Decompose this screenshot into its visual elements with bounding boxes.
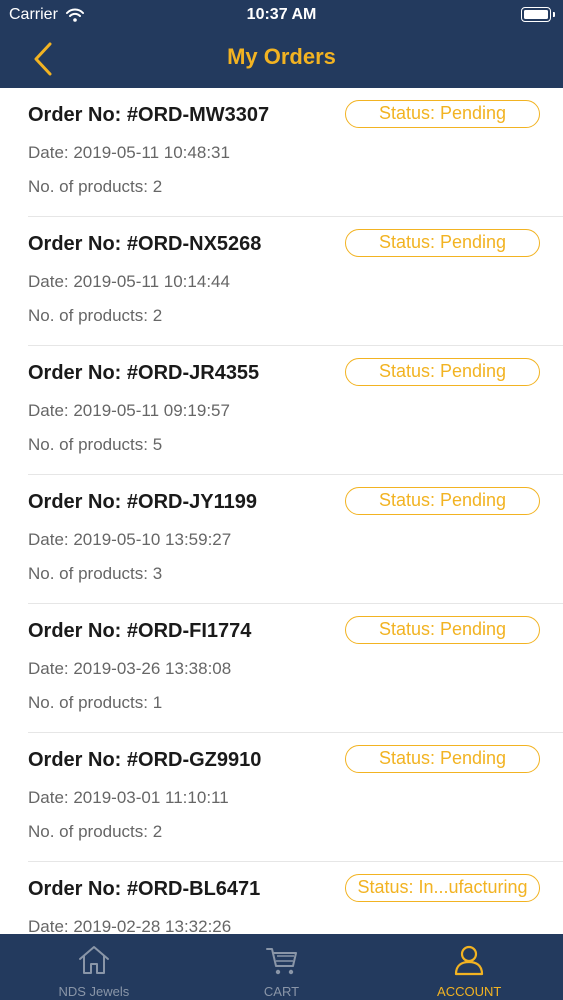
- tab-account[interactable]: ACCOUNT: [375, 934, 563, 1000]
- order-number: Order No: #ORD-FI1774: [28, 620, 252, 642]
- navigation-bar: My Orders: [0, 30, 563, 88]
- order-row[interactable]: Order No: #ORD-MW3307 Date: 2019-05-11 1…: [28, 88, 563, 217]
- status-badge: Status: Pending: [345, 229, 540, 257]
- order-row[interactable]: Order No: #ORD-JY1199 Date: 2019-05-10 1…: [28, 475, 563, 604]
- page-title: My Orders: [227, 44, 336, 69]
- order-number: Order No: #ORD-MW3307: [28, 104, 270, 126]
- account-icon: [455, 945, 484, 976]
- order-date: Date: 2019-05-11 10:14:44: [28, 272, 230, 291]
- status-badge: Status: Pending: [345, 100, 540, 128]
- tab-label: ACCOUNT: [437, 984, 502, 999]
- order-date: Date: 2019-03-26 13:38:08: [28, 659, 232, 678]
- status-bar: Carrier 10:37 AM: [0, 0, 563, 30]
- tab-label: NDS Jewels: [58, 984, 130, 999]
- order-product-count: No. of products: 2: [28, 306, 163, 325]
- order-row[interactable]: Order No: #ORD-BL6471 Date: 2019-02-28 1…: [28, 862, 563, 934]
- order-row[interactable]: Order No: #ORD-NX5268 Date: 2019-05-11 1…: [28, 217, 563, 346]
- order-number: Order No: #ORD-NX5268: [28, 233, 262, 255]
- order-product-count: No. of products: 2: [28, 177, 163, 196]
- clock: 10:37 AM: [246, 6, 317, 23]
- tab-bar: NDS Jewels CART ACCOUNT: [0, 934, 563, 1000]
- battery-icon: [521, 7, 555, 22]
- order-date: Date: 2019-03-01 11:10:11: [28, 788, 229, 807]
- order-row[interactable]: Order No: #ORD-FI1774 Date: 2019-03-26 1…: [28, 604, 563, 733]
- cart-icon: [265, 948, 297, 975]
- status-badge: Status: Pending: [345, 487, 540, 515]
- orders-list[interactable]: Order No: #ORD-MW3307 Date: 2019-05-11 1…: [0, 88, 563, 934]
- tab-label: CART: [263, 984, 300, 999]
- order-date: Date: 2019-02-28 13:32:26: [28, 917, 232, 934]
- status-badge: Status: In...ufacturing: [345, 874, 540, 902]
- order-row[interactable]: Order No: #ORD-GZ9910 Date: 2019-03-01 1…: [28, 733, 563, 862]
- order-date: Date: 2019-05-11 09:19:57: [28, 401, 230, 420]
- order-number: Order No: #ORD-BL6471: [28, 878, 261, 900]
- order-row[interactable]: Order No: #ORD-JR4355 Date: 2019-05-11 0…: [28, 346, 563, 475]
- order-date: Date: 2019-05-11 10:48:31: [28, 143, 230, 162]
- tab-home[interactable]: NDS Jewels: [0, 934, 188, 1000]
- order-number: Order No: #ORD-GZ9910: [28, 749, 262, 771]
- order-number: Order No: #ORD-JY1199: [28, 491, 257, 513]
- tab-cart[interactable]: CART: [188, 934, 376, 1000]
- order-number: Order No: #ORD-JR4355: [28, 362, 260, 384]
- home-icon: [78, 946, 109, 974]
- order-product-count: No. of products: 5: [28, 435, 163, 454]
- order-date: Date: 2019-05-10 13:59:27: [28, 530, 232, 549]
- order-product-count: No. of products: 2: [28, 822, 163, 841]
- status-badge: Status: Pending: [345, 616, 540, 644]
- status-badge: Status: Pending: [345, 358, 540, 386]
- status-badge: Status: Pending: [345, 745, 540, 773]
- order-product-count: No. of products: 3: [28, 564, 163, 583]
- order-product-count: No. of products: 1: [28, 693, 163, 712]
